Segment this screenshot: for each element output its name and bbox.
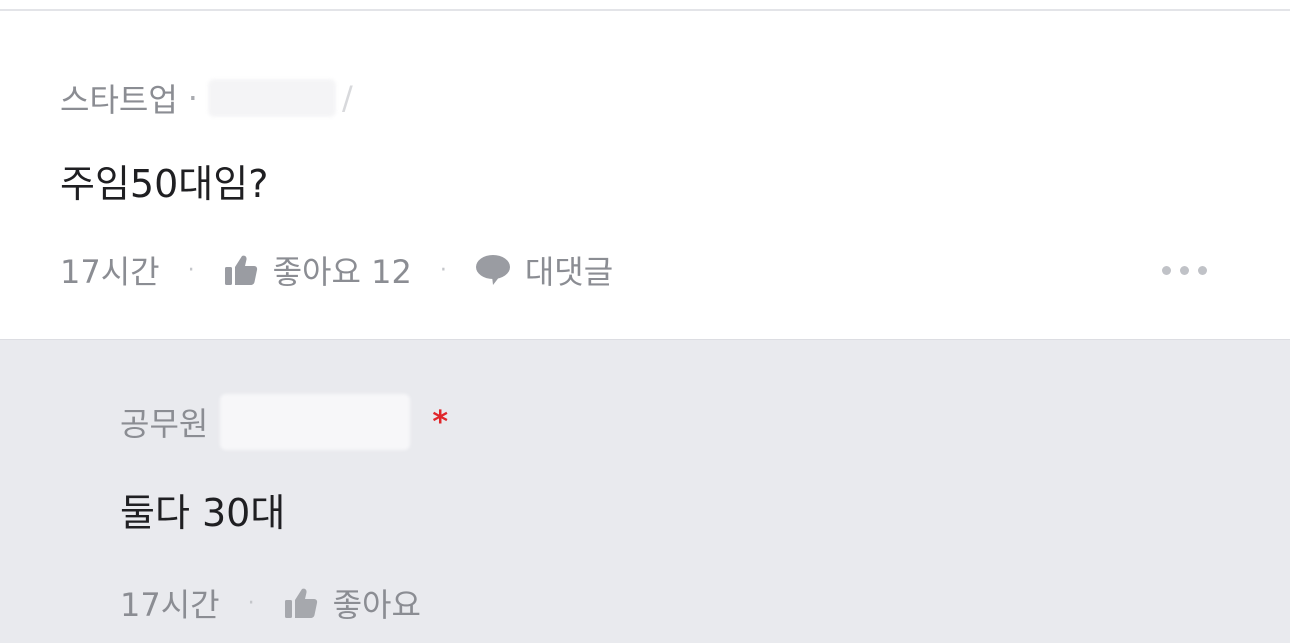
reply-author-meta: 공무원 *	[120, 394, 448, 450]
reply-category[interactable]: 공무원	[120, 399, 208, 445]
comment-text: 주임50대임?	[60, 162, 269, 206]
reply-time: 17시간	[120, 586, 220, 624]
reply: 공무원 * 둘다 30대 17시간 · 좋아요	[0, 339, 1290, 643]
more-dot	[1198, 266, 1207, 275]
comment-actions: 17시간 · 좋아요 12 · 대댓글	[60, 247, 613, 293]
more-dot	[1180, 266, 1189, 275]
like-button[interactable]: 좋아요 12	[223, 247, 412, 293]
thumbs-up-icon	[283, 585, 319, 621]
company-slash: /	[341, 79, 353, 117]
thumbs-up-icon	[223, 252, 259, 288]
like-label: 좋아요	[332, 586, 421, 624]
action-separator: ·	[187, 257, 195, 283]
reply-label: 대댓글	[524, 253, 614, 291]
reply-text: 둘다 30대	[120, 491, 286, 535]
action-separator: ·	[439, 257, 447, 283]
more-options-icon[interactable]	[1162, 266, 1207, 275]
like-label: 좋아요 12	[272, 253, 412, 291]
reply-button[interactable]: 대댓글	[475, 247, 613, 293]
like-button[interactable]: 좋아요	[283, 580, 421, 626]
comment: 스타트업 · / 주임50대임? 17시간 · 좋아요 12 · 대댓글	[0, 11, 1290, 339]
redacted-company-name	[220, 394, 411, 450]
more-dot	[1162, 266, 1171, 275]
speech-bubble-icon	[475, 252, 511, 288]
author-badge: *	[432, 404, 449, 440]
comment-time: 17시간	[60, 253, 160, 291]
comment-category[interactable]: 스타트업	[60, 75, 178, 121]
meta-separator: ·	[187, 79, 198, 117]
redacted-company-name	[207, 79, 336, 117]
reply-actions: 17시간 · 좋아요	[120, 580, 421, 626]
action-separator: ·	[247, 590, 255, 616]
comment-author-meta: 스타트업 · /	[60, 75, 353, 121]
